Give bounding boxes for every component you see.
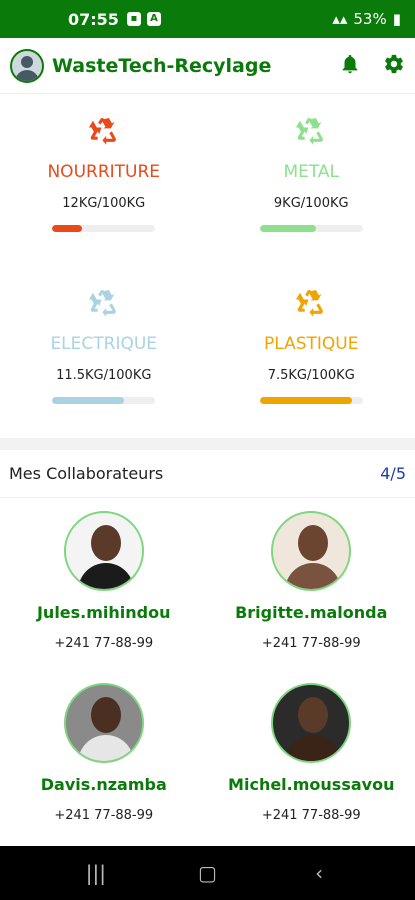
collaborator-card[interactable]: Michel.moussavou +241 77-88-99 bbox=[208, 677, 415, 849]
category-name: ELECTRIQUE bbox=[50, 334, 158, 354]
progress-fill bbox=[52, 225, 83, 232]
section-divider bbox=[0, 438, 415, 450]
notification-icon: ▪ bbox=[126, 12, 141, 26]
waste-categories: NOURRITURE 12KG/100KG METAL 9KG/100KG EL… bbox=[0, 100, 415, 444]
category-amount: 9KG/100KG bbox=[273, 196, 349, 211]
collaborator-name: Jules.mihindou bbox=[36, 603, 171, 622]
gear-icon[interactable] bbox=[383, 53, 405, 79]
category-amount: 12KG/100KG bbox=[62, 196, 146, 211]
category-card[interactable]: ELECTRIQUE 11.5KG/100KG bbox=[0, 272, 208, 444]
category-card[interactable]: METAL 9KG/100KG bbox=[208, 100, 415, 272]
category-name: NOURRITURE bbox=[47, 162, 161, 182]
recycle-icon bbox=[296, 289, 324, 317]
collaborator-name: Michel.moussavou bbox=[228, 775, 395, 794]
collaborator-card[interactable]: Jules.mihindou +241 77-88-99 bbox=[0, 505, 208, 677]
profile-avatar[interactable] bbox=[10, 48, 44, 83]
progress-fill bbox=[52, 397, 125, 404]
progress-bar bbox=[259, 397, 363, 404]
category-amount: 7.5KG/100KG bbox=[267, 368, 355, 383]
collaborator-phone: +241 77-88-99 bbox=[261, 636, 361, 651]
category-card[interactable]: PLASTIQUE 7.5KG/100KG bbox=[208, 272, 415, 444]
collaborator-name: Brigitte.malonda bbox=[235, 603, 388, 622]
app-a-icon: A bbox=[146, 12, 161, 26]
system-nav-bar: ||| ▢ ‹ bbox=[0, 846, 415, 900]
collaborators-title: Mes Collaborateurs bbox=[9, 464, 164, 483]
collaborator-name: Davis.nzamba bbox=[40, 775, 167, 794]
progress-bar bbox=[259, 225, 363, 232]
collaborator-phone: +241 77-88-99 bbox=[261, 808, 361, 823]
category-name: METAL bbox=[283, 162, 340, 182]
recycle-icon bbox=[88, 117, 116, 145]
collaborator-avatar bbox=[271, 511, 352, 591]
collaborator-avatar bbox=[63, 511, 144, 591]
status-bar: 07:55 ▪ A ▴▴ 53% ▮ bbox=[0, 0, 415, 38]
collaborator-card[interactable]: Davis.nzamba +241 77-88-99 bbox=[0, 677, 208, 849]
collaborators-header: Mes Collaborateurs 4/5 bbox=[0, 450, 415, 498]
recycle-icon bbox=[296, 117, 324, 145]
home-icon[interactable]: ▢ bbox=[187, 861, 227, 885]
app-bar: WasteTech-Recylage bbox=[0, 38, 415, 94]
status-time: 07:55 bbox=[68, 9, 119, 29]
recycle-icon bbox=[88, 289, 116, 317]
collaborators-list: Jules.mihindou +241 77-88-99 Brigitte.ma… bbox=[0, 505, 415, 849]
collaborator-card[interactable]: Brigitte.malonda +241 77-88-99 bbox=[208, 505, 415, 677]
bell-icon[interactable] bbox=[339, 53, 361, 79]
collaborators-count[interactable]: 4/5 bbox=[380, 464, 406, 483]
category-amount: 11.5KG/100KG bbox=[56, 368, 152, 383]
battery-text: 53% bbox=[353, 10, 387, 28]
progress-fill bbox=[259, 397, 353, 404]
collaborator-phone: +241 77-88-99 bbox=[54, 636, 154, 651]
collaborator-avatar bbox=[271, 683, 352, 763]
category-card[interactable]: NOURRITURE 12KG/100KG bbox=[0, 100, 208, 272]
back-icon[interactable]: ‹ bbox=[299, 861, 339, 885]
app-title: WasteTech-Recylage bbox=[52, 54, 272, 77]
signal-icon: ▴▴ bbox=[332, 10, 348, 28]
collaborator-phone: +241 77-88-99 bbox=[54, 808, 154, 823]
collaborator-avatar bbox=[63, 683, 144, 763]
category-name: PLASTIQUE bbox=[264, 334, 359, 354]
battery-icon: ▮ bbox=[392, 10, 401, 28]
progress-fill bbox=[259, 225, 317, 232]
progress-bar bbox=[52, 397, 156, 404]
recent-apps-icon[interactable]: ||| bbox=[76, 861, 116, 885]
progress-bar bbox=[52, 225, 156, 232]
